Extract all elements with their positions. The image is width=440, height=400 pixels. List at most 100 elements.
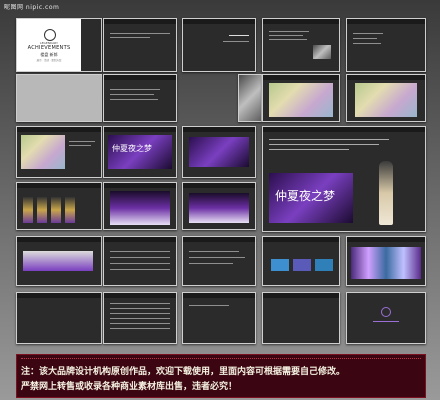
footer-line-1: 注：该大品牌设计机构原创作品，欢迎下载使用，里面内容可根据需要自己修改。 bbox=[21, 367, 346, 377]
text-line bbox=[353, 33, 383, 34]
banner-title: 仲夏夜之梦 bbox=[275, 189, 336, 203]
text-line bbox=[110, 328, 170, 329]
text-line bbox=[189, 257, 245, 258]
slide-16[interactable] bbox=[103, 182, 177, 230]
slide-header bbox=[347, 237, 425, 242]
bottle-image bbox=[51, 197, 61, 223]
site-plan-image bbox=[21, 135, 65, 169]
text-line bbox=[110, 323, 170, 324]
text-line bbox=[189, 305, 229, 306]
banner-image bbox=[189, 137, 249, 167]
site-plan-image bbox=[269, 83, 333, 117]
text-line bbox=[269, 149, 349, 150]
site-plan-image bbox=[355, 83, 417, 117]
text-line bbox=[269, 35, 303, 36]
cover-subtitle: 展示 · 活动 · 策划方案 bbox=[36, 59, 62, 62]
slide-23[interactable] bbox=[16, 292, 102, 344]
slide-header bbox=[104, 293, 176, 298]
slide-25[interactable] bbox=[182, 292, 256, 344]
stage-render bbox=[23, 251, 93, 271]
text-line bbox=[110, 263, 170, 264]
logo-icon bbox=[44, 29, 56, 41]
text-line bbox=[269, 31, 309, 32]
slide-header bbox=[17, 293, 101, 298]
slide-header bbox=[104, 75, 176, 80]
footer-divider bbox=[21, 358, 421, 359]
slide-image bbox=[271, 259, 289, 271]
slide-10[interactable] bbox=[346, 74, 426, 122]
slide-14-large[interactable]: 仲夏夜之梦 bbox=[262, 126, 426, 232]
slide-6[interactable] bbox=[16, 74, 102, 122]
slide-20[interactable] bbox=[182, 236, 256, 286]
stage-image bbox=[110, 191, 170, 225]
banner-image: 仲夏夜之梦 bbox=[269, 173, 353, 223]
slide-header bbox=[263, 127, 425, 132]
text-line bbox=[69, 145, 91, 146]
slide-11[interactable] bbox=[16, 126, 102, 178]
slide-17[interactable] bbox=[182, 182, 256, 230]
text-line bbox=[110, 313, 170, 314]
text-line bbox=[373, 321, 399, 322]
bottle-image bbox=[23, 197, 33, 223]
slide-2[interactable] bbox=[103, 18, 177, 72]
slide-header bbox=[263, 75, 339, 80]
slide-header bbox=[347, 19, 425, 24]
slide-header bbox=[183, 19, 255, 24]
text-line bbox=[110, 318, 170, 319]
text-line bbox=[69, 141, 95, 142]
slide-header bbox=[347, 75, 425, 80]
slide-header bbox=[183, 183, 255, 188]
slide-header bbox=[104, 237, 176, 242]
text-line bbox=[110, 303, 170, 304]
slide-12[interactable]: 仲夏夜之梦 bbox=[103, 126, 177, 178]
bottle-image bbox=[37, 197, 47, 223]
slide-header bbox=[263, 293, 339, 298]
text-line bbox=[269, 39, 307, 40]
slide-27-back-cover[interactable] bbox=[346, 292, 426, 344]
model-figure bbox=[379, 161, 393, 225]
slide-5[interactable] bbox=[346, 18, 426, 72]
slide-15[interactable] bbox=[16, 182, 102, 230]
stage-image bbox=[189, 193, 249, 223]
footer-notice: 注：该大品牌设计机构原创作品，欢迎下载使用，里面内容可根据需要自己修改。 严禁网… bbox=[16, 354, 426, 398]
text-line bbox=[110, 269, 170, 270]
watermark: 昵图网 nipic.com bbox=[4, 4, 60, 11]
text-line bbox=[110, 308, 170, 309]
slide-3[interactable] bbox=[182, 18, 256, 72]
slide-image bbox=[293, 259, 311, 271]
slide-19[interactable] bbox=[103, 236, 177, 286]
text-line bbox=[110, 33, 170, 34]
slide-header bbox=[263, 19, 339, 24]
slide-21[interactable] bbox=[262, 236, 340, 286]
slide-header bbox=[17, 127, 101, 132]
slide-22[interactable] bbox=[346, 236, 426, 286]
slide-image bbox=[313, 45, 331, 59]
text-line bbox=[223, 41, 249, 42]
cover-white-panel: LEGENDARY ACHIEVEMENTS 楼盘 新郎 展示 · 活动 · 策… bbox=[17, 19, 81, 71]
slide-cover[interactable]: LEGENDARY ACHIEVEMENTS 楼盘 新郎 展示 · 活动 · 策… bbox=[16, 18, 102, 72]
slide-header bbox=[104, 127, 176, 132]
text-line bbox=[110, 37, 150, 38]
slide-header bbox=[17, 237, 101, 242]
slide-8-photo[interactable] bbox=[238, 74, 262, 122]
text-line bbox=[189, 251, 239, 252]
text-line bbox=[269, 139, 389, 140]
slide-header bbox=[104, 183, 176, 188]
slide-26[interactable] bbox=[262, 292, 340, 344]
slide-13[interactable] bbox=[182, 126, 256, 178]
slide-header bbox=[104, 19, 176, 24]
cover-brand: ACHIEVEMENTS bbox=[27, 45, 71, 51]
text-line bbox=[353, 43, 381, 44]
slide-9[interactable] bbox=[262, 74, 340, 122]
slide-4[interactable] bbox=[262, 18, 340, 72]
banner-image: 仲夏夜之梦 bbox=[108, 135, 172, 169]
slide-header bbox=[183, 127, 255, 132]
banner-title: 仲夏夜之梦 bbox=[112, 144, 152, 153]
slide-24[interactable] bbox=[103, 292, 177, 344]
text-line bbox=[110, 251, 170, 252]
text-line bbox=[229, 35, 249, 36]
text-line bbox=[189, 263, 233, 264]
slide-image bbox=[315, 259, 333, 271]
slide-7[interactable] bbox=[103, 74, 177, 122]
slide-18[interactable] bbox=[16, 236, 102, 286]
